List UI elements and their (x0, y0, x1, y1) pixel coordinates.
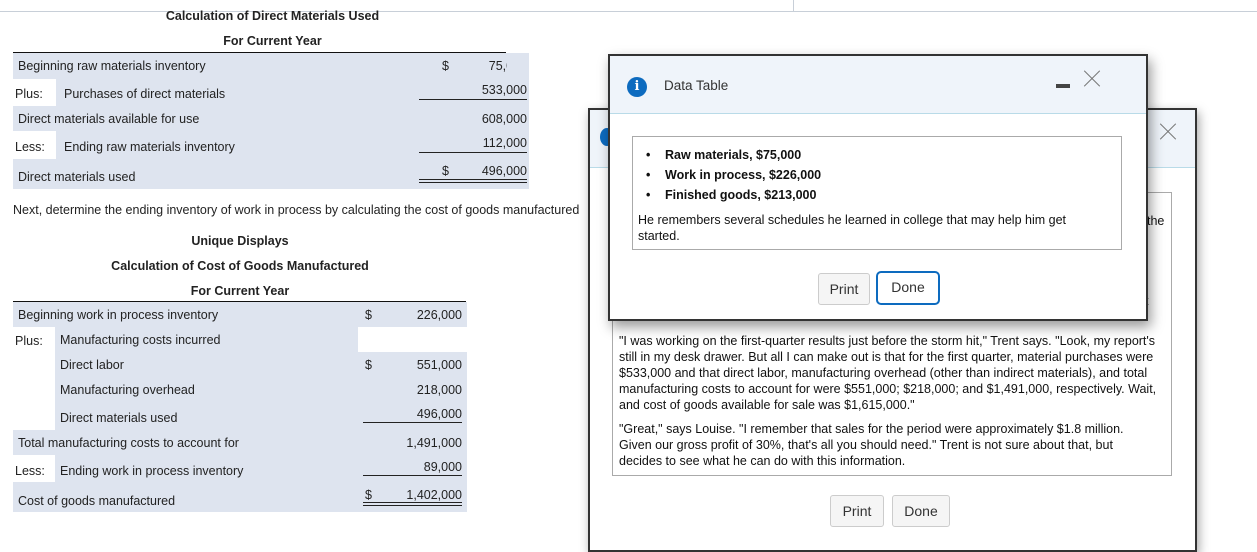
dm-double-underline (419, 179, 527, 183)
inventory-item: Work in process, $226,000 (643, 165, 821, 185)
instruction-text: Next, determine the ending inventory of … (13, 203, 580, 217)
cogm-row-label: Direct labor (60, 358, 124, 372)
cogm-row-label: Manufacturing costs incurred (60, 333, 221, 347)
cogm-row-value: 89,000 (423, 460, 462, 474)
dm-underline (419, 99, 527, 100)
dm-row-value: 496,000 (481, 164, 527, 178)
cogm-row-value: 226,000 (416, 308, 462, 322)
dm-row-label: Beginning raw materials inventory (18, 59, 206, 73)
cogm-subtitle: For Current Year (190, 284, 290, 298)
close-icon[interactable] (1083, 70, 1101, 88)
cogm-company: Unique Displays (191, 234, 289, 248)
info-icon: i (627, 77, 647, 97)
dm-row-value: 533,000 (481, 83, 527, 97)
cogm-double-underline (363, 502, 462, 506)
cogm-row-value: 1,402,000 (406, 488, 462, 502)
cogm-row-label: Manufacturing overhead (60, 383, 195, 397)
dm-row-label: Direct materials used (18, 170, 136, 184)
dialog-header: i Data Table (610, 56, 1146, 114)
dm-row-value: 112,000 (482, 136, 527, 150)
top-divider-separator (793, 0, 794, 11)
dm-row-value: 608,000 (481, 112, 527, 126)
minimize-icon[interactable] (1056, 84, 1070, 88)
peek-text: the (1147, 214, 1165, 228)
cogm-row-label: Beginning work in process inventory (18, 308, 219, 322)
print-button[interactable]: Print (818, 273, 870, 305)
dm-row-label: Direct materials available for use (18, 112, 200, 126)
print-button[interactable]: Print (830, 495, 884, 527)
data-table-dialog: i Data Table Raw materials, $75,000 Work… (608, 54, 1148, 321)
dm-underline (419, 152, 527, 153)
dialog-title: Data Table (664, 78, 729, 93)
cogm-row-prefix: Plus: (15, 334, 43, 348)
cogm-row-value: 1,491,000 (406, 436, 462, 450)
done-button[interactable]: Done (892, 495, 950, 527)
cogm-underline (363, 475, 462, 476)
dm-row-label: Purchases of direct materials (64, 87, 226, 101)
story-paragraph-1: "I was working on the first-quarter resu… (619, 334, 1157, 412)
inventory-item: Raw materials, $75,000 (643, 145, 821, 165)
cogm-row-label: Ending work in process inventory (60, 464, 244, 478)
cogm-row-label: Cost of goods manufactured (18, 494, 176, 508)
cogm-underline (363, 422, 462, 423)
data-table-note: He remembers several schedules he learne… (638, 213, 1067, 243)
inventory-item: Finished goods, $213,000 (643, 185, 821, 205)
dm-table-title: Calculation of Direct Materials Used (165, 9, 380, 23)
cogm-row-label: Direct materials used (60, 411, 178, 425)
dm-row-label: Ending raw materials inventory (64, 140, 235, 154)
data-table-box: Raw materials, $75,000 Work in process, … (632, 136, 1122, 250)
dm-table-subtitle: For Current Year (223, 34, 322, 48)
cogm-row-value: 496,000 (416, 407, 462, 421)
close-icon[interactable] (1159, 123, 1177, 141)
story-paragraph-2: "Great," says Louise. "I remember that s… (619, 422, 1124, 468)
cogm-title: Calculation of Cost of Goods Manufacture… (111, 259, 369, 273)
dm-row-prefix: Plus: (15, 87, 43, 101)
cogm-row-value: 551,000 (416, 358, 462, 372)
cogm-row-label: Total manufacturing costs to account for (18, 436, 239, 450)
inventory-list: Raw materials, $75,000 Work in process, … (643, 145, 821, 205)
dm-row-prefix: Less: (15, 140, 45, 154)
cogm-row-value: 218,000 (416, 383, 462, 397)
done-button[interactable]: Done (876, 271, 940, 305)
cogm-row-prefix: Less: (15, 464, 45, 478)
